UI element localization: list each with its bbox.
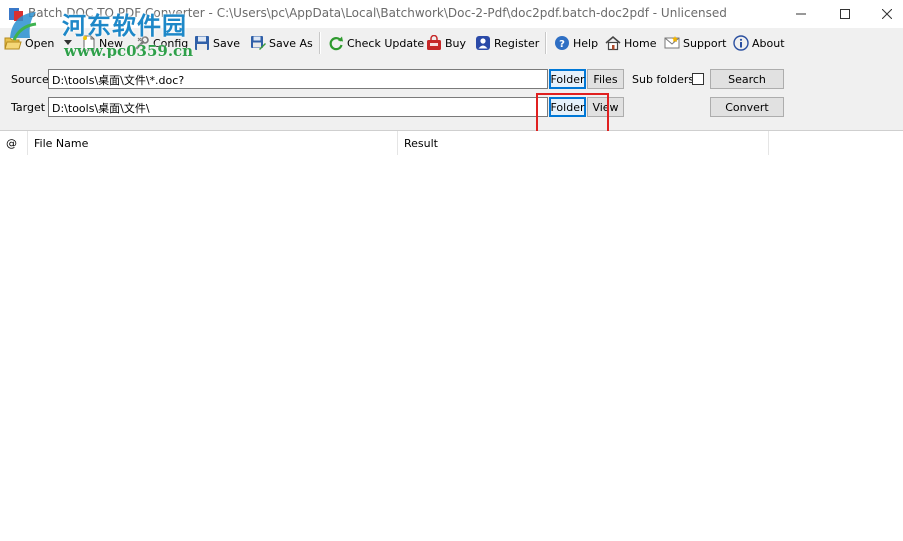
target-label: Target <box>11 101 46 114</box>
floppy-disk-icon <box>195 36 209 50</box>
register-label: Register <box>494 36 540 50</box>
maximize-button[interactable] <box>822 0 868 28</box>
home-button[interactable]: Home <box>605 32 656 54</box>
home-label: Home <box>624 36 657 50</box>
source-folder-button[interactable]: Folder <box>549 69 586 89</box>
check-update-button[interactable]: Check Update <box>328 32 424 54</box>
source-input[interactable]: D:\tools\桌面\文件\*.doc? <box>48 69 548 89</box>
open-dropdown-arrow[interactable] <box>64 40 72 45</box>
column-header-result[interactable]: Result <box>398 131 769 155</box>
new-button[interactable]: New <box>82 32 123 54</box>
save-label: Save <box>213 36 241 50</box>
sub-folders-label: Sub folders <box>632 73 695 86</box>
convert-button[interactable]: Convert <box>710 97 784 117</box>
shopping-bag-icon <box>427 35 441 50</box>
app-icon <box>9 8 23 21</box>
table-header: @ File Name Result <box>0 131 903 155</box>
close-button[interactable] <box>864 0 903 28</box>
folder-open-icon <box>4 37 22 50</box>
target-input[interactable]: D:\tools\桌面\文件\ <box>48 97 548 117</box>
support-icon <box>664 36 680 49</box>
close-icon <box>882 9 892 19</box>
sub-folders-checkbox[interactable] <box>692 73 704 85</box>
minimize-icon <box>796 13 806 15</box>
new-document-icon <box>83 35 95 51</box>
save-as-label: Save As <box>269 36 313 50</box>
register-user-icon <box>476 36 490 50</box>
column-header-status[interactable]: @ <box>0 131 28 155</box>
files-button[interactable]: Files <box>587 69 624 89</box>
about-label: About <box>752 36 785 50</box>
minimize-button[interactable] <box>778 0 824 28</box>
window-title: Batch DOC TO PDF Converter - C:\Users\pc… <box>28 6 727 20</box>
wrench-icon <box>135 36 149 50</box>
help-icon: ? <box>555 36 569 50</box>
support-label: Support <box>683 36 727 50</box>
view-button[interactable]: View <box>587 97 624 117</box>
register-button[interactable]: Register <box>475 32 539 54</box>
help-button[interactable]: ? Help <box>554 32 598 54</box>
toolbar-separator <box>319 32 321 54</box>
help-label: Help <box>573 36 599 50</box>
check-update-label: Check Update <box>347 36 425 50</box>
about-button[interactable]: About <box>733 32 785 54</box>
config-label: Config <box>153 36 189 50</box>
target-folder-button[interactable]: Folder <box>549 97 586 117</box>
info-icon <box>733 35 749 51</box>
results-table-body[interactable] <box>0 155 903 541</box>
app-window: Batch DOC TO PDF Converter - C:\Users\pc… <box>0 0 903 541</box>
toolbar-separator <box>545 32 547 54</box>
open-label: Open <box>25 36 55 50</box>
svg-text:?: ? <box>559 39 565 50</box>
column-header-file-name[interactable]: File Name <box>28 131 398 155</box>
refresh-icon <box>329 36 343 51</box>
config-button[interactable]: Config <box>134 32 188 54</box>
save-as-icon <box>251 36 266 50</box>
save-as-button[interactable]: Save As <box>250 32 313 54</box>
home-icon <box>605 35 621 51</box>
new-label: New <box>99 36 123 50</box>
toolbar: Open New Config Save Save As Check Updat… <box>0 28 903 58</box>
options-panel: Source D:\tools\桌面\文件\*.doc? Folder File… <box>0 58 903 131</box>
support-button[interactable]: Support <box>664 32 726 54</box>
open-button[interactable]: Open <box>4 32 54 54</box>
source-label: Source <box>11 73 49 86</box>
title-bar: Batch DOC TO PDF Converter - C:\Users\pc… <box>0 0 903 28</box>
search-button[interactable]: Search <box>710 69 784 89</box>
maximize-icon <box>840 9 850 19</box>
buy-label: Buy <box>445 36 467 50</box>
save-button[interactable]: Save <box>194 32 240 54</box>
buy-button[interactable]: Buy <box>426 32 466 54</box>
